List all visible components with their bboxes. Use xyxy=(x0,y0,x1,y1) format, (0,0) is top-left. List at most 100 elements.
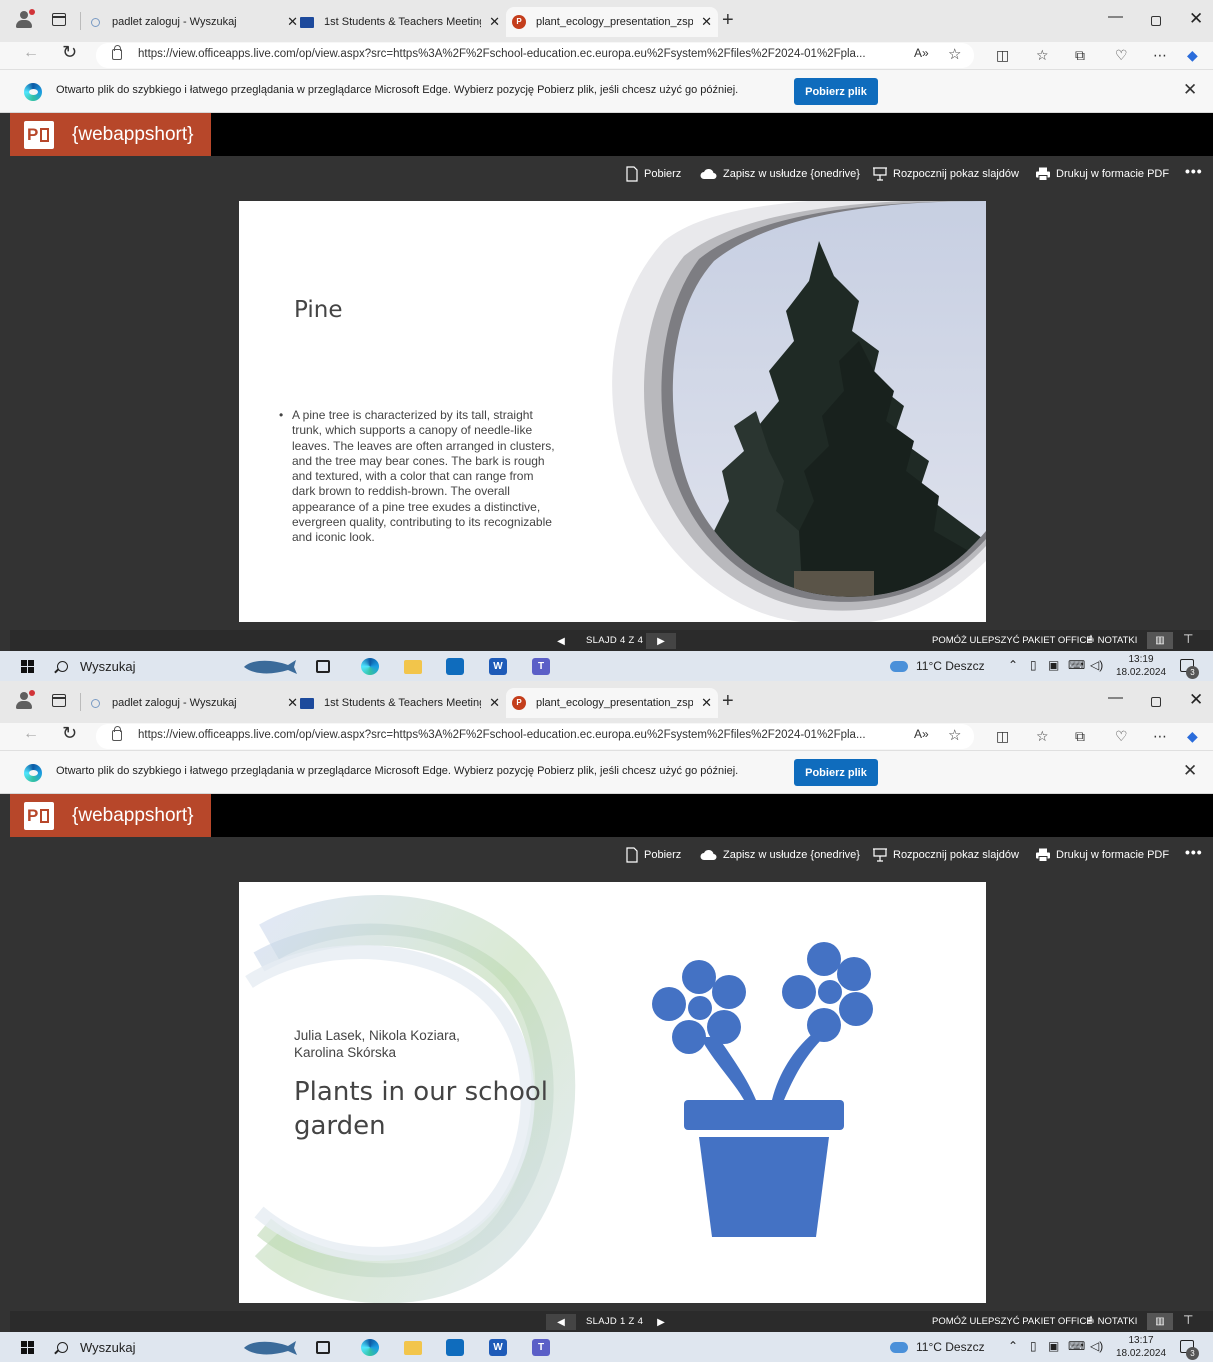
meet-now-icon[interactable]: ▣ xyxy=(1048,658,1059,672)
tab-presentation[interactable]: P plant_ecology_presentation_zsp_ ✕ xyxy=(506,688,718,718)
notes-toggle[interactable]: ≜ NOTATKI xyxy=(1087,1316,1137,1327)
battery-icon[interactable]: ▯ xyxy=(1030,1339,1037,1353)
new-tab-icon[interactable]: + xyxy=(722,9,734,32)
copilot-icon[interactable]: ◆ xyxy=(1187,47,1198,64)
tab-close-icon[interactable]: ✕ xyxy=(489,14,500,30)
address-bar[interactable]: https://view.officeapps.live.com/op/view… xyxy=(96,724,974,749)
refresh-icon[interactable]: ↻ xyxy=(62,723,77,744)
tab-close-icon[interactable]: ✕ xyxy=(701,695,712,711)
collections-icon[interactable]: ⧉ xyxy=(1075,47,1085,64)
back-arrow-icon[interactable]: ← xyxy=(23,44,39,62)
next-slide-button[interactable]: ▶ xyxy=(646,1314,676,1330)
office-brand[interactable]: P {webappshort} xyxy=(10,794,211,837)
previous-slide-button[interactable]: ◀ xyxy=(546,1314,576,1330)
slideshow-view-icon[interactable]: ⊤ xyxy=(1183,632,1193,646)
more-icon[interactable]: ⋯ xyxy=(1153,728,1167,745)
notes-toggle[interactable]: ≜ NOTATKI xyxy=(1087,635,1137,646)
tab-close-icon[interactable]: ✕ xyxy=(489,695,500,711)
edge-taskbar-icon[interactable] xyxy=(361,658,379,675)
restore-icon[interactable] xyxy=(1151,697,1161,707)
reading-view-button[interactable]: ▥ xyxy=(1147,1313,1173,1330)
profile-avatar-icon[interactable] xyxy=(12,9,36,33)
new-tab-icon[interactable]: + xyxy=(722,690,734,713)
taskbar-clock[interactable]: 13:17 18.02.2024 xyxy=(1115,1334,1167,1360)
split-screen-icon[interactable]: ◫ xyxy=(996,728,1009,745)
task-view-icon[interactable] xyxy=(316,660,330,673)
tab-presentation[interactable]: P plant_ecology_presentation_zsp_ ✕ xyxy=(506,7,718,37)
read-aloud-icon[interactable]: A» xyxy=(914,727,929,741)
taskbar-search[interactable]: Wyszukaj xyxy=(57,656,237,676)
print-pdf-button[interactable]: Drukuj w formacie PDF xyxy=(1035,845,1169,865)
performance-icon[interactable]: ♡ xyxy=(1115,47,1128,64)
favorite-star-icon[interactable]: ☆ xyxy=(948,726,961,744)
lock-icon[interactable] xyxy=(112,45,122,60)
window-close-icon[interactable]: ✕ xyxy=(1189,690,1203,710)
save-onedrive-button[interactable]: Zapisz w usłudze {onedrive} xyxy=(700,845,860,865)
file-explorer-icon[interactable] xyxy=(404,1341,422,1355)
word-icon[interactable]: W xyxy=(489,1339,507,1356)
tab-padlet[interactable]: padlet zaloguj - Wyszukaj ✕ xyxy=(88,688,298,718)
collections-icon[interactable]: ⧉ xyxy=(1075,728,1085,745)
info-close-icon[interactable]: ✕ xyxy=(1183,80,1197,100)
teams-icon[interactable]: T xyxy=(532,1339,550,1356)
profile-avatar-icon[interactable] xyxy=(12,690,36,714)
info-close-icon[interactable]: ✕ xyxy=(1183,761,1197,781)
tab-meeting[interactable]: 1st Students & Teachers Meeting ✕ xyxy=(300,7,500,37)
language-icon[interactable]: ⌨ xyxy=(1068,1339,1085,1353)
more-options-button[interactable]: ••• xyxy=(1185,842,1203,862)
download-file-button[interactable]: Pobierz plik xyxy=(794,759,878,786)
lock-icon[interactable] xyxy=(112,726,122,741)
tab-close-icon[interactable]: ✕ xyxy=(287,14,298,30)
previous-slide-button[interactable]: ◀ xyxy=(546,633,576,649)
copilot-icon[interactable]: ◆ xyxy=(1187,728,1198,745)
next-slide-button[interactable]: ▶ xyxy=(646,633,676,649)
task-view-icon[interactable] xyxy=(316,1341,330,1354)
weather-widget[interactable]: 11°C Deszcz xyxy=(890,659,985,673)
language-icon[interactable]: ⌨ xyxy=(1068,658,1085,672)
window-close-icon[interactable]: ✕ xyxy=(1189,9,1203,29)
tab-close-icon[interactable]: ✕ xyxy=(287,695,298,711)
save-onedrive-button[interactable]: Zapisz w usłudze {onedrive} xyxy=(700,164,860,184)
download-button[interactable]: Pobierz xyxy=(625,164,681,184)
slide-4[interactable]: Pine • A pine tree is characterized by i… xyxy=(239,201,986,622)
tab-actions-icon[interactable] xyxy=(52,13,66,26)
taskbar-search[interactable]: Wyszukaj xyxy=(57,1337,237,1357)
favorite-star-icon[interactable]: ☆ xyxy=(948,45,961,63)
refresh-icon[interactable]: ↻ xyxy=(62,42,77,63)
help-improve-office-link[interactable]: POMÓŻ ULEPSZYĆ PAKIET OFFICE xyxy=(932,1316,1093,1327)
minimize-icon[interactable]: — xyxy=(1108,689,1123,706)
office-brand[interactable]: P {webappshort} xyxy=(10,113,211,156)
start-slideshow-button[interactable]: Rozpocznij pokaz slajdów xyxy=(872,164,1019,184)
tab-actions-icon[interactable] xyxy=(52,694,66,707)
reading-view-button[interactable]: ▥ xyxy=(1147,632,1173,649)
slideshow-view-icon[interactable]: ⊤ xyxy=(1183,1313,1193,1327)
restore-icon[interactable] xyxy=(1151,16,1161,26)
tab-close-icon[interactable]: ✕ xyxy=(701,14,712,30)
tab-meeting[interactable]: 1st Students & Teachers Meeting ✕ xyxy=(300,688,500,718)
volume-icon[interactable]: ◁) xyxy=(1090,658,1103,672)
windows-start-icon[interactable] xyxy=(21,1341,34,1354)
print-pdf-button[interactable]: Drukuj w formacie PDF xyxy=(1035,164,1169,184)
help-improve-office-link[interactable]: POMÓŻ ULEPSZYĆ PAKIET OFFICE xyxy=(932,635,1093,646)
split-screen-icon[interactable]: ◫ xyxy=(996,47,1009,64)
file-explorer-icon[interactable] xyxy=(404,660,422,674)
windows-start-icon[interactable] xyxy=(21,660,34,673)
mail-icon[interactable] xyxy=(446,658,464,675)
performance-icon[interactable]: ♡ xyxy=(1115,728,1128,745)
show-hidden-icons-icon[interactable]: ⌃ xyxy=(1008,658,1018,672)
read-aloud-icon[interactable]: A» xyxy=(914,46,929,60)
volume-icon[interactable]: ◁) xyxy=(1090,1339,1103,1353)
meet-now-icon[interactable]: ▣ xyxy=(1048,1339,1059,1353)
word-icon[interactable]: W xyxy=(489,658,507,675)
taskbar-clock[interactable]: 13:19 18.02.2024 xyxy=(1115,653,1167,679)
battery-icon[interactable]: ▯ xyxy=(1030,658,1037,672)
favorites-icon[interactable]: ☆ xyxy=(1036,47,1049,64)
weather-widget[interactable]: 11°C Deszcz xyxy=(890,1340,985,1354)
mail-icon[interactable] xyxy=(446,1339,464,1356)
url-text[interactable]: https://view.officeapps.live.com/op/view… xyxy=(138,729,908,741)
show-hidden-icons-icon[interactable]: ⌃ xyxy=(1008,1339,1018,1353)
more-icon[interactable]: ⋯ xyxy=(1153,47,1167,64)
teams-icon[interactable]: T xyxy=(532,658,550,675)
start-slideshow-button[interactable]: Rozpocznij pokaz slajdów xyxy=(872,845,1019,865)
more-options-button[interactable]: ••• xyxy=(1185,161,1203,181)
